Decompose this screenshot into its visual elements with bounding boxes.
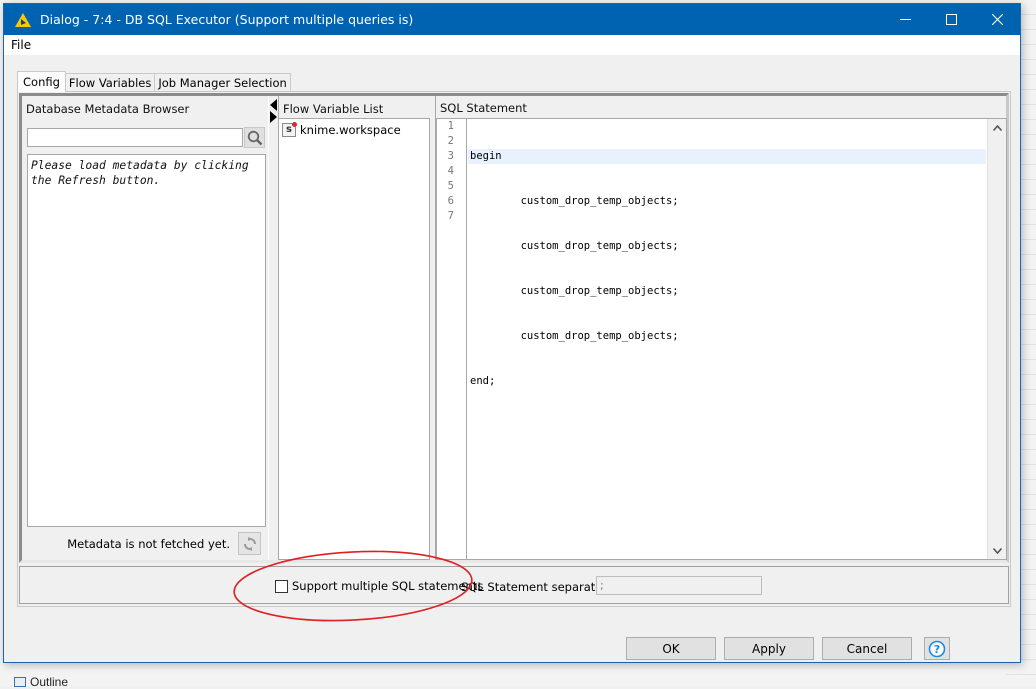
flow-variable-list-title: Flow Variable List (283, 102, 384, 116)
cancel-button[interactable]: Cancel (822, 637, 912, 660)
metadata-browser-panel: Database Metadata Browser Please load me… (22, 96, 268, 560)
line-number-gutter: 1 2 3 4 5 6 7 (437, 119, 467, 559)
title-bar[interactable]: Dialog - 7:4 - DB SQL Executor (Support … (4, 4, 1020, 35)
line-number: 1 (447, 120, 454, 132)
minimize-button[interactable] (882, 4, 928, 35)
flow-variable-panel: Flow Variable List s knime.workspace (278, 96, 430, 560)
code-line[interactable]: begin (468, 149, 986, 164)
line-number: 4 (447, 165, 454, 177)
flow-variable-item[interactable]: s knime.workspace (279, 121, 429, 138)
line-number: 2 (447, 135, 454, 147)
tab-job-manager-selection[interactable]: Job Manager Selection (154, 73, 291, 92)
scroll-up-icon[interactable] (992, 122, 1003, 133)
scroll-down-icon[interactable] (992, 545, 1003, 556)
support-multiple-sql-checkbox[interactable] (275, 579, 288, 593)
code-line[interactable]: custom_drop_temp_objects; (468, 329, 986, 344)
panel-splitter[interactable] (268, 96, 278, 560)
window-title: Dialog - 7:4 - DB SQL Executor (Support … (40, 12, 414, 27)
svg-text:?: ? (934, 643, 940, 656)
string-variable-icon: s (282, 121, 297, 137)
tab-flow-variables[interactable]: Flow Variables (64, 73, 156, 92)
vertical-scrollbar[interactable] (987, 119, 1006, 559)
metadata-tree[interactable]: Please load metadata by clicking the Ref… (27, 154, 266, 527)
metadata-search-input[interactable] (27, 128, 243, 147)
line-number: 5 (447, 180, 454, 192)
flow-variable-list: s knime.workspace (279, 118, 430, 560)
tab-bar: Config Flow Variables Job Manager Select… (17, 71, 291, 92)
apply-button[interactable]: Apply (724, 637, 814, 660)
refresh-metadata-button[interactable] (238, 532, 261, 555)
code-line[interactable]: custom_drop_temp_objects; (468, 194, 986, 209)
minimize-icon (899, 18, 911, 20)
outline-tab-label: Outline (30, 675, 69, 689)
maximize-icon (945, 14, 957, 25)
knime-triangle-icon (14, 12, 32, 28)
support-multiple-sql-label[interactable]: Support multiple SQL statements (292, 579, 483, 593)
metadata-browser-title: Database Metadata Browser (26, 102, 190, 116)
outline-view-tab[interactable]: Outline (14, 675, 104, 689)
code-line[interactable] (468, 419, 986, 434)
sql-editor[interactable]: 1 2 3 4 5 6 7 begin custom_drop_temp_obj… (436, 118, 1007, 560)
metadata-status-text: Metadata is not fetched yet. (67, 537, 230, 551)
support-multiple-sql-option[interactable]: Support multiple SQL statements (275, 579, 483, 593)
help-button[interactable]: ? (924, 637, 950, 660)
sql-options-row: Support multiple SQL statements SQL Stat… (19, 566, 1009, 604)
refresh-icon (243, 536, 256, 551)
ok-button[interactable]: OK (626, 637, 716, 660)
separator-input[interactable]: ; (596, 576, 762, 595)
sql-statement-title: SQL Statement (440, 101, 527, 115)
dialog-window: Dialog - 7:4 - DB SQL Executor (Support … (3, 3, 1021, 663)
code-line[interactable]: custom_drop_temp_objects; (468, 239, 986, 254)
collapse-left-arrow-icon[interactable] (270, 99, 277, 111)
expand-right-arrow-icon[interactable] (270, 111, 277, 123)
search-icon (247, 130, 262, 145)
menu-bar: File (4, 35, 1020, 55)
close-icon (991, 14, 1003, 25)
config-tab-panel: Database Metadata Browser Please load me… (17, 91, 1011, 607)
menu-file[interactable]: File (4, 38, 38, 52)
line-number: 3 (447, 150, 454, 162)
line-number: 7 (447, 210, 454, 222)
help-icon: ? (928, 640, 946, 657)
tab-config[interactable]: Config (17, 71, 66, 92)
line-number: 6 (447, 195, 454, 207)
metadata-search-button[interactable] (244, 127, 265, 148)
code-line[interactable]: end; (468, 374, 986, 389)
code-line[interactable]: custom_drop_temp_objects; (468, 284, 986, 299)
close-button[interactable] (974, 4, 1020, 35)
separator-label: SQL Statement separator: (461, 580, 611, 594)
flow-variable-name: knime.workspace (300, 122, 401, 137)
maximize-button[interactable] (928, 4, 974, 35)
split-area: Database Metadata Browser Please load me… (19, 93, 1009, 563)
sql-code-area[interactable]: begin custom_drop_temp_objects; custom_d… (468, 119, 986, 559)
sql-statement-panel: SQL Statement 1 2 3 4 5 6 7 begin custom… (435, 96, 1007, 560)
